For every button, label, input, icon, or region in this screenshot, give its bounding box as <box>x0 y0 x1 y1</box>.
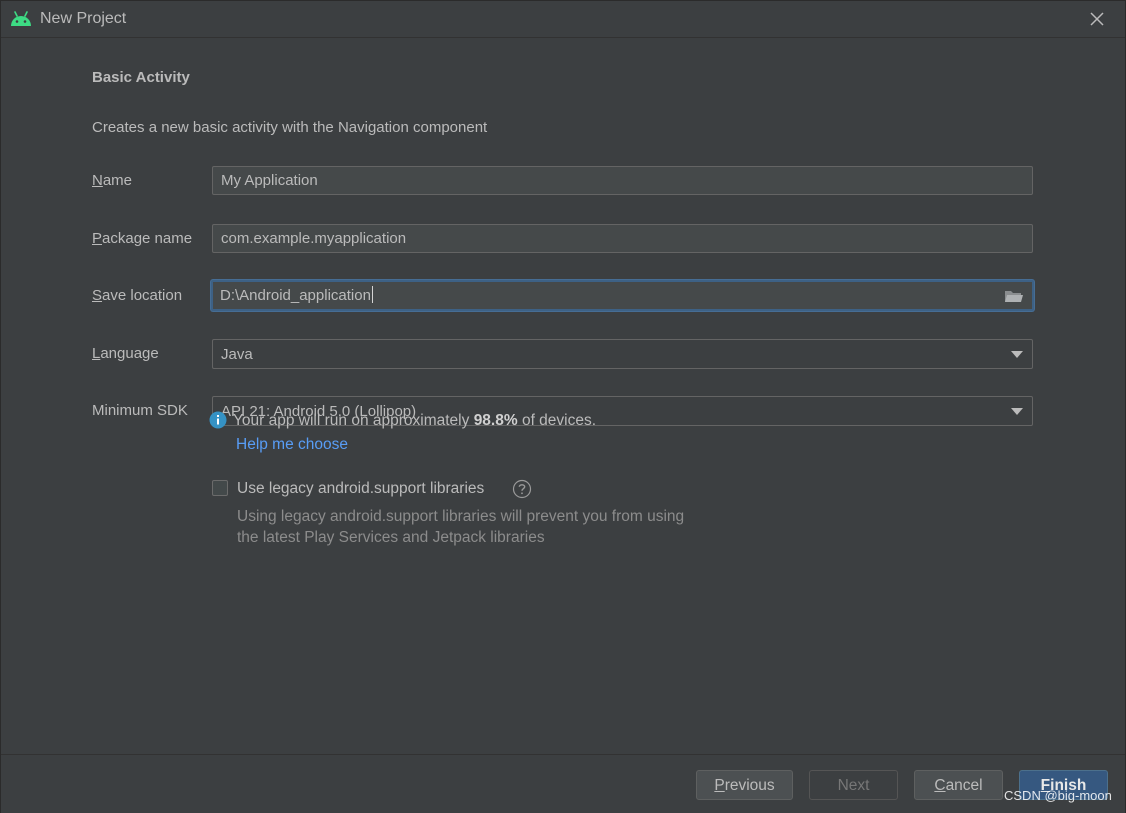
name-input[interactable]: My Application <box>212 166 1033 195</box>
coverage-percent: 98.8% <box>473 412 518 429</box>
legacy-support-note: Using legacy android.support libraries w… <box>237 506 684 548</box>
close-icon[interactable] <box>1085 7 1109 31</box>
page-heading: Basic Activity <box>92 69 190 86</box>
watermark: CSDN @big-moon <box>1004 788 1112 803</box>
min-sdk-label: Minimum SDK <box>92 402 188 419</box>
help-me-choose-link[interactable]: Help me choose <box>236 436 348 454</box>
package-name-input[interactable]: com.example.myapplication <box>212 224 1033 253</box>
legacy-note-line-2: the latest Play Services and Jetpack lib… <box>237 529 545 546</box>
save-location-label: Save location <box>92 287 183 304</box>
folder-browse-icon[interactable] <box>1004 288 1024 304</box>
language-label: Language <box>92 345 159 362</box>
next-button: Next <box>809 770 898 800</box>
save-location-value: D:\Android_application <box>220 287 371 304</box>
legacy-support-checkbox[interactable] <box>212 480 228 496</box>
package-name-label: Package name <box>92 230 193 247</box>
question-mark-icon[interactable] <box>512 479 532 499</box>
title-bar: New Project <box>1 1 1125 38</box>
previous-button[interactable]: Previous <box>696 770 793 800</box>
text-caret <box>371 286 373 303</box>
legacy-support-label[interactable]: Use legacy android.support libraries <box>237 480 484 498</box>
android-icon <box>11 11 31 26</box>
chevron-down-icon <box>1011 408 1023 415</box>
language-value: Java <box>221 346 253 363</box>
language-select[interactable]: Java <box>212 339 1033 369</box>
info-icon <box>209 411 227 429</box>
chevron-down-icon <box>1011 351 1023 358</box>
cancel-button[interactable]: Cancel <box>914 770 1003 800</box>
device-coverage-text: Your app will run on approximately 98.8%… <box>233 412 597 429</box>
legacy-note-line-1: Using legacy android.support libraries w… <box>237 508 685 525</box>
name-label: Name <box>92 172 133 189</box>
window-title: New Project <box>40 10 127 27</box>
new-project-dialog: New Project Basic Activity Creates a new… <box>0 0 1126 813</box>
page-description: Creates a new basic activity with the Na… <box>92 119 488 136</box>
dialog-footer: Previous Next Cancel Finish <box>1 754 1125 813</box>
save-location-input[interactable]: D:\Android_application <box>211 280 1034 311</box>
